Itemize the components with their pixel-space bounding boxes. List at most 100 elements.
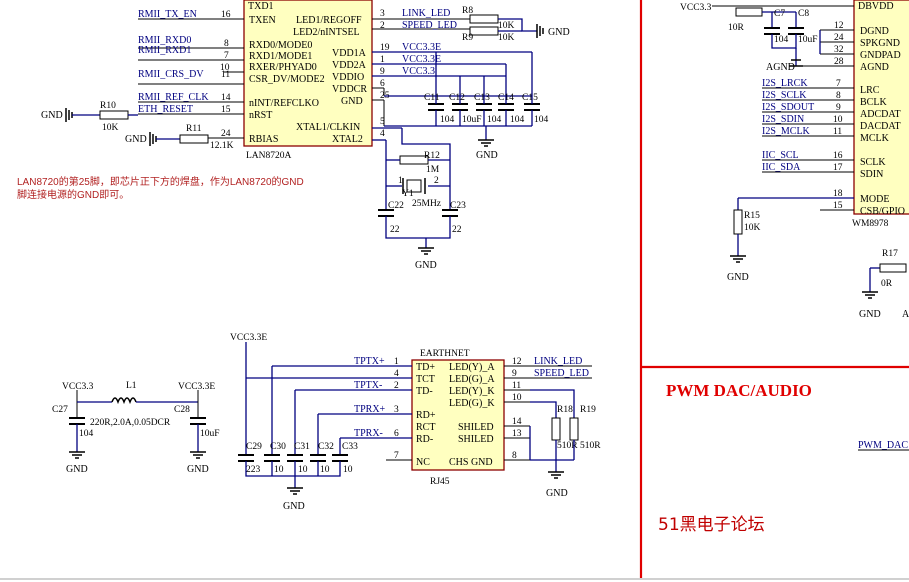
svg-text:RXER/PHYAD0: RXER/PHYAD0 <box>249 62 317 73</box>
svg-text:LED1/REGOFF: LED1/REGOFF <box>296 15 362 26</box>
svg-text:DACDAT: DACDAT <box>860 121 901 132</box>
svg-text:11: 11 <box>512 381 521 391</box>
svg-text:24: 24 <box>221 129 231 139</box>
svg-text:10uF: 10uF <box>200 429 220 439</box>
svg-text:SCLK: SCLK <box>860 157 886 168</box>
r8-resistor[interactable] <box>469 14 499 24</box>
r17-resistor[interactable] <box>879 263 907 273</box>
svg-text:11: 11 <box>221 70 230 80</box>
r10-group: GND R10 10K <box>41 101 138 133</box>
svg-text:510R: 510R <box>557 441 578 451</box>
svg-text:AGND: AGND <box>766 62 795 73</box>
pwm-section-title: PWM DAC/AUDIO <box>666 381 812 400</box>
rj45-block: VCC3.3E EARTHNET RJ45 TPTX+ 1 TD+ 4 TCT … <box>230 333 601 512</box>
svg-text:BCLK: BCLK <box>860 97 887 108</box>
svg-text:C29: C29 <box>246 442 262 452</box>
lan8720-block: TXD1 LAN8720A RMII_TX_EN 16 TXEN RMII_RX… <box>17 0 570 271</box>
rj45-vcc-label: VCC3.3E <box>230 333 267 343</box>
svg-text:220R,2.0A,0.05DCR: 220R,2.0A,0.05DCR <box>90 418 171 428</box>
svg-text:25MHz: 25MHz <box>412 199 441 209</box>
lan8720-note-line2: 脚连接电源的GND即可。 <box>17 188 129 201</box>
svg-text:LINK_LED: LINK_LED <box>534 356 582 367</box>
svg-text:MODE: MODE <box>860 194 889 205</box>
vcc-out-label: VCC3.3E <box>178 382 215 392</box>
svg-text:10K: 10K <box>102 123 119 133</box>
wm8978-block: VCC3.3 DBVDD 10R C7 104 C8 10uF AGND 12 … <box>680 0 909 320</box>
svg-text:7: 7 <box>224 51 229 61</box>
svg-text:GND: GND <box>546 488 568 499</box>
svg-text:104: 104 <box>487 115 502 125</box>
svg-text:C33: C33 <box>342 442 358 452</box>
svg-text:L1: L1 <box>126 381 137 391</box>
net-pwm-dac: PWM_DAC <box>858 440 908 451</box>
svg-text:VDD2A: VDD2A <box>332 60 367 71</box>
svg-text:C12: C12 <box>449 93 465 103</box>
svg-text:13: 13 <box>512 429 522 439</box>
svg-text:104: 104 <box>510 115 525 125</box>
svg-text:MCLK: MCLK <box>860 133 890 144</box>
svg-text:10: 10 <box>320 465 330 475</box>
svg-text:GND: GND <box>125 134 147 145</box>
l1-inductor[interactable] <box>111 397 137 405</box>
r9-resistor[interactable] <box>469 26 499 36</box>
svg-text:VDDCR: VDDCR <box>332 84 367 95</box>
svg-text:10: 10 <box>833 115 843 125</box>
r11-resistor[interactable] <box>179 134 209 144</box>
lan8720-ref: LAN8720A <box>246 151 292 161</box>
r19-resistor[interactable] <box>569 417 579 441</box>
svg-text:RBIAS: RBIAS <box>249 134 278 145</box>
net-eth-reset: ETH_RESET <box>138 104 193 115</box>
svg-text:TPTX+: TPTX+ <box>354 356 385 367</box>
svg-text:1M: 1M <box>426 165 440 175</box>
svg-text:GND: GND <box>341 96 363 107</box>
svg-text:17: 17 <box>833 163 843 173</box>
svg-text:7: 7 <box>394 451 399 461</box>
svg-text:TPRX-: TPRX- <box>354 428 383 439</box>
svg-text:2: 2 <box>380 21 385 31</box>
svg-text:LED(Y)_K: LED(Y)_K <box>449 386 495 397</box>
svg-text:SPEED_LED: SPEED_LED <box>534 368 589 379</box>
svg-text:DBVDD: DBVDD <box>858 1 894 12</box>
svg-text:1: 1 <box>380 55 385 65</box>
lan8720-note-line1: LAN8720的第25脚，即芯片正下方的焊盘，作为LAN8720的GND <box>17 175 304 188</box>
svg-text:CSR_DV/MODE2: CSR_DV/MODE2 <box>249 74 325 85</box>
svg-text:2: 2 <box>434 176 439 186</box>
svg-text:R11: R11 <box>186 124 202 134</box>
svg-text:8: 8 <box>836 91 841 101</box>
svg-text:10: 10 <box>298 465 308 475</box>
svg-text:9: 9 <box>836 103 841 113</box>
r10-resistor[interactable] <box>99 110 129 120</box>
svg-text:RD-: RD- <box>416 434 433 445</box>
svg-text:C31: C31 <box>294 442 310 452</box>
svg-text:I2S_MCLK: I2S_MCLK <box>762 126 811 137</box>
r8-r9-group: R8 10K R9 10K GND <box>462 6 570 43</box>
r15-resistor[interactable] <box>733 209 743 235</box>
svg-text:IIC_SCL: IIC_SCL <box>762 150 799 161</box>
svg-text:10: 10 <box>343 465 353 475</box>
svg-text:SHILED: SHILED <box>458 434 494 445</box>
net-rmii-ref-clk: RMII_REF_CLK <box>138 92 209 103</box>
svg-text:LED(G)_A: LED(G)_A <box>449 374 495 385</box>
svg-text:SDIN: SDIN <box>860 169 883 180</box>
svg-text:14: 14 <box>221 93 231 103</box>
lan8720-top-pin: TXD1 <box>248 1 274 12</box>
svg-text:28: 28 <box>834 57 844 67</box>
svg-text:TD+: TD+ <box>416 362 435 373</box>
r18-resistor[interactable] <box>551 417 561 441</box>
svg-text:RXD0/MODE0: RXD0/MODE0 <box>249 40 312 51</box>
svg-text:DGND: DGND <box>860 26 889 37</box>
svg-text:104: 104 <box>79 429 94 439</box>
svg-text:LED(G)_K: LED(G)_K <box>449 398 495 409</box>
svg-text:GND: GND <box>283 501 305 512</box>
net-rmii-rxd1: RMII_RXD1 <box>138 45 191 56</box>
svg-text:3: 3 <box>380 9 385 19</box>
svg-text:XTAL1/CLKIN: XTAL1/CLKIN <box>296 122 360 133</box>
svg-text:C23: C23 <box>450 201 466 211</box>
r-10r-resistor[interactable] <box>735 7 763 17</box>
svg-text:GND: GND <box>727 272 749 283</box>
svg-text:10uF: 10uF <box>462 115 482 125</box>
svg-text:TCT: TCT <box>416 374 435 385</box>
svg-text:R15: R15 <box>744 211 760 221</box>
svg-text:10: 10 <box>274 465 284 475</box>
svg-text:WM8978: WM8978 <box>852 219 889 229</box>
